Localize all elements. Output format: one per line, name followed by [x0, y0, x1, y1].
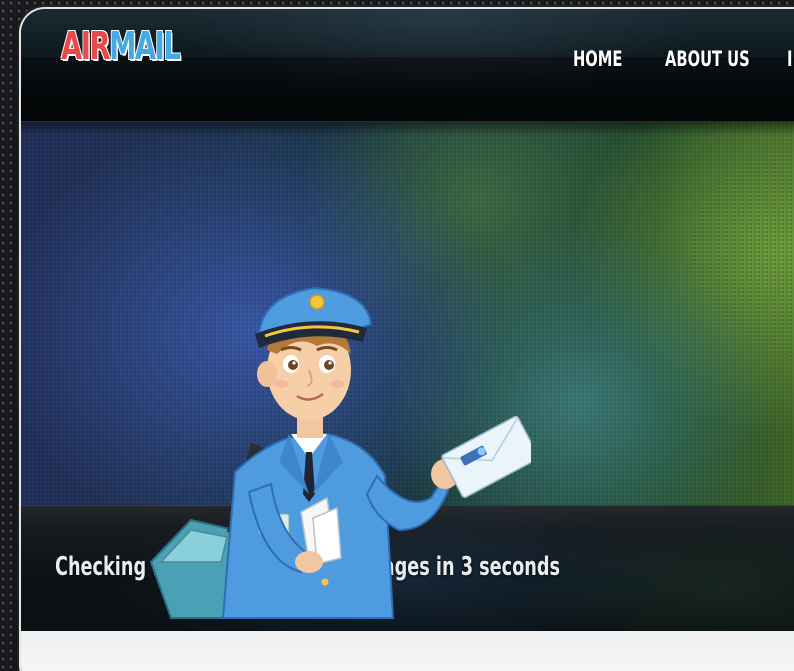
app-window: AIRMAIL HOME ABOUT US I Checking in 3 se…	[21, 9, 794, 671]
mailman-illustration	[149, 286, 531, 619]
airmail-logo[interactable]: AIRMAIL	[61, 24, 181, 68]
site-header: AIRMAIL HOME ABOUT US I	[21, 9, 794, 122]
logo-part-air: AIR	[61, 24, 111, 68]
nav-home[interactable]: HOME	[573, 47, 622, 71]
hero-banner	[21, 122, 794, 619]
envelope-icon	[441, 415, 531, 499]
logo-part-mail: MAIL	[109, 24, 181, 68]
nav-about-us[interactable]: ABOUT US	[665, 47, 750, 71]
footer-area	[21, 631, 794, 671]
nav-item-partial[interactable]: I	[787, 47, 792, 71]
